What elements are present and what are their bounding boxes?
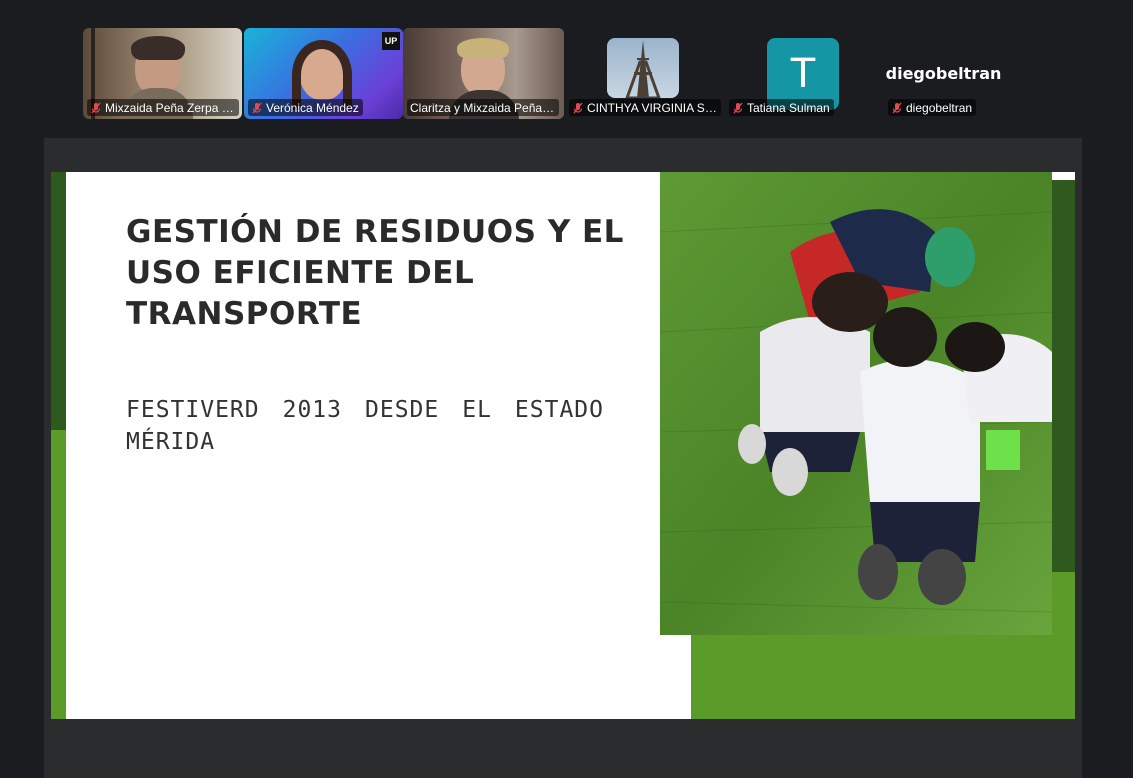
mic-muted-icon [733, 102, 743, 113]
children-photo-image [660, 172, 1052, 635]
participant-display-name: diegobeltran [885, 64, 1002, 83]
participant-name: diegobeltran [906, 100, 973, 115]
participant-name-bar: diegobeltran [888, 99, 977, 116]
slide-dark-green-accent [51, 172, 66, 430]
slide-title: GESTIÓN DE RESIDUOS Y EL USO EFICIENTE D… [126, 214, 624, 332]
participant-name-bar: Claritza y Mixzaida Peña Z... [407, 99, 559, 116]
slide-subtitle: FESTIVERD 2013 DESDE EL ESTADO MÉRIDA [126, 397, 604, 455]
participant-tile[interactable]: diegobeltran diegobeltran [884, 28, 1003, 119]
participant-gallery: Mixzaida Peña Zerpa (... UP Verónica Mén… [83, 28, 1003, 120]
participant-tile[interactable]: UP Verónica Méndez [244, 28, 403, 119]
slide-green-accent [51, 430, 66, 719]
presentation-slide: GESTIÓN DE RESIDUOS Y EL USO EFICIENTE D… [51, 172, 1075, 719]
participant-name-bar: CINTHYA VIRGINIA SO... [569, 99, 721, 116]
slide-corner [1052, 172, 1075, 180]
participant-name: Verónica Méndez [266, 100, 359, 115]
participant-tile[interactable]: CINTHYA VIRGINIA SO... [565, 28, 724, 119]
participant-tile[interactable]: Mixzaida Peña Zerpa (... [83, 28, 242, 119]
slide-dark-green-block [1051, 180, 1075, 575]
participant-name: Mixzaida Peña Zerpa (... [105, 100, 235, 115]
profile-picture [607, 38, 679, 98]
participant-name-bar: Mixzaida Peña Zerpa (... [87, 99, 239, 116]
participant-tile[interactable]: T Tatiana Sulman [725, 28, 884, 119]
participant-tile-active-speaker[interactable]: Claritza y Mixzaida Peña Z... [403, 28, 564, 119]
mic-muted-icon [252, 102, 262, 113]
mic-muted-icon [91, 102, 101, 113]
up-logo-badge: UP [382, 32, 400, 50]
person-hair [457, 38, 509, 58]
participant-name: CINTHYA VIRGINIA SO... [587, 100, 717, 115]
participant-name: Claritza y Mixzaida Peña Z... [410, 100, 555, 115]
person-hair [131, 36, 185, 60]
slide-photo-children-on-grass [660, 172, 1052, 635]
participant-name-bar: Verónica Méndez [248, 99, 363, 116]
eiffel-tower-icon [625, 40, 661, 98]
mic-muted-icon [892, 102, 902, 113]
mic-muted-icon [573, 102, 583, 113]
participant-name-bar: Tatiana Sulman [729, 99, 834, 116]
participant-name: Tatiana Sulman [747, 100, 830, 115]
